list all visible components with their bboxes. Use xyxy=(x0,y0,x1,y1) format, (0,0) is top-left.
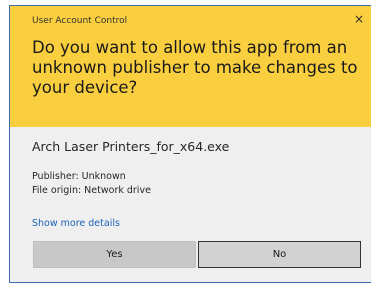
yes-button[interactable]: Yes xyxy=(33,241,196,268)
publisher-label: Publisher: Unknown xyxy=(32,171,126,182)
uac-question: Do you want to allow this app from an un… xyxy=(32,38,358,97)
no-button[interactable]: No xyxy=(198,241,361,268)
file-origin-label: File origin: Network drive xyxy=(32,185,151,196)
close-icon[interactable]: × xyxy=(353,13,365,25)
uac-dialog: User Account Control × Do you want to al… xyxy=(9,5,371,283)
show-more-details-link[interactable]: Show more details xyxy=(32,218,120,229)
app-name: Arch Laser Printers_for_x64.exe xyxy=(32,139,230,154)
dialog-title: User Account Control xyxy=(32,16,128,26)
dialog-header: User Account Control × Do you want to al… xyxy=(10,6,371,127)
